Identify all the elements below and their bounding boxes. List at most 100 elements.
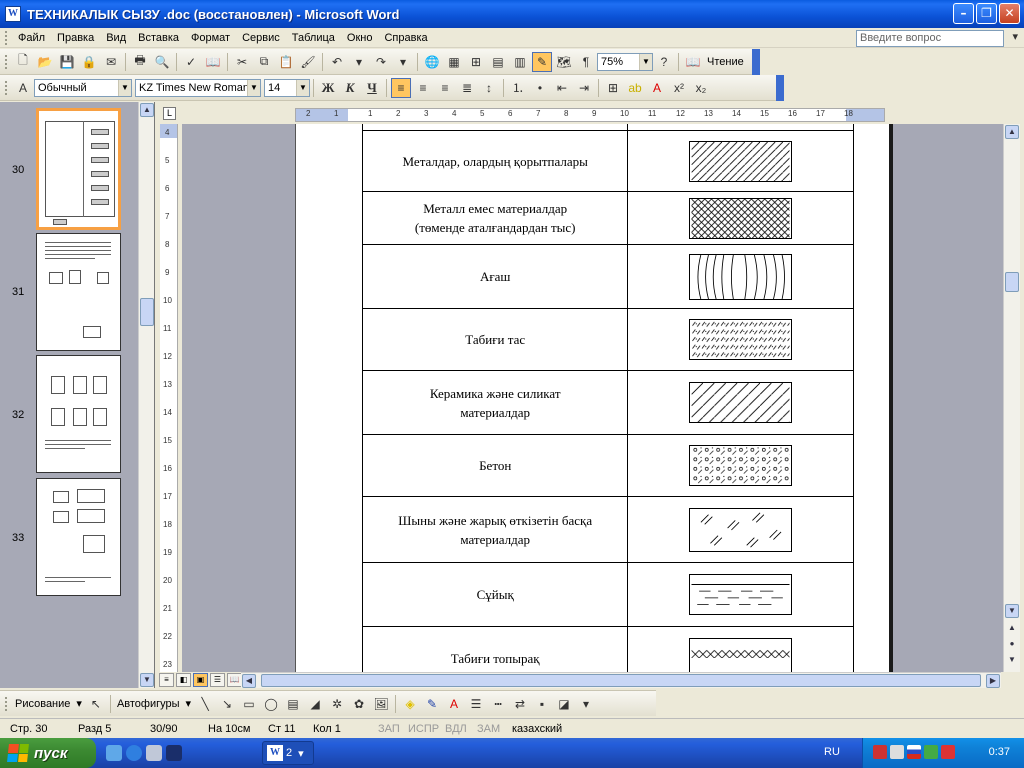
web-view-icon[interactable]: ◧ (176, 673, 191, 687)
toolbar-grip[interactable] (5, 54, 9, 69)
menu-edit[interactable]: Правка (51, 32, 100, 44)
language-indicator[interactable]: RU (824, 746, 840, 758)
toolbar-options-icon[interactable]: ▾ (576, 694, 596, 714)
document-scroll-thumb[interactable] (1005, 272, 1019, 292)
new-document-icon[interactable]: 🗋 (13, 52, 33, 72)
network-tray-icon[interactable] (873, 745, 887, 759)
picture-icon[interactable]: 🖼 (371, 694, 391, 714)
thumbnail-page-30[interactable] (36, 108, 121, 230)
chevron-down-icon[interactable]: ▾ (73, 697, 85, 710)
toolbar-grip[interactable] (5, 696, 9, 711)
scroll-down-icon[interactable]: ▼ (140, 673, 154, 687)
cut-icon[interactable]: ✂ (232, 52, 252, 72)
status-track-changes[interactable]: ИСПР (408, 723, 439, 735)
save-icon[interactable]: 💾 (57, 52, 77, 72)
bold-button[interactable]: Ж (318, 78, 338, 98)
material-label[interactable]: Табиғи топырақ (361, 626, 629, 672)
tables-borders-icon[interactable]: ▦ (444, 52, 464, 72)
align-left-icon[interactable]: ≡ (391, 77, 411, 98)
rectangle-icon[interactable]: ▭ (239, 694, 259, 714)
permission-icon[interactable]: 🔒 (79, 52, 99, 72)
highlight-icon[interactable]: ab (625, 78, 645, 98)
bullets-icon[interactable]: • (530, 78, 550, 98)
thumbnail-scroll-thumb[interactable] (140, 298, 154, 326)
draw-menu-button[interactable]: Рисование (12, 698, 73, 710)
menubar-grip[interactable] (5, 30, 9, 45)
font-select[interactable]: KZ Times New Roman ▼ (135, 78, 261, 97)
underline-button[interactable]: Ч (362, 78, 382, 98)
superscript-icon[interactable]: x² (669, 78, 689, 98)
chevron-down-icon[interactable]: ▾ (183, 697, 195, 710)
close-button[interactable]: ✕ (999, 3, 1020, 24)
redo-dropdown-icon[interactable]: ▾ (393, 52, 413, 72)
menu-tools[interactable]: Сервис (236, 32, 286, 44)
restore-button[interactable]: ❐ (976, 3, 997, 24)
toolbar-grip[interactable] (5, 80, 9, 95)
thumbnail-scrollbar[interactable]: ▲ ▼ (138, 102, 154, 688)
scroll-down-icon[interactable]: ▼ (1005, 604, 1019, 618)
redo-icon[interactable]: ↷ (371, 52, 391, 72)
scroll-up-icon[interactable]: ▲ (140, 103, 154, 117)
menu-format[interactable]: Формат (185, 32, 236, 44)
select-objects-icon[interactable]: ↖ (86, 694, 106, 714)
spelling-icon[interactable]: ✓ (181, 52, 201, 72)
word-app-icon[interactable]: W (5, 6, 21, 22)
align-right-icon[interactable]: ≡ (435, 78, 455, 98)
zoom-select[interactable]: 75% ▼ (597, 52, 653, 71)
device-tray-icon[interactable] (924, 745, 938, 759)
paste-icon[interactable]: 📋 (276, 52, 296, 72)
document-horizontal-scrollbar[interactable]: ◀ ▶ (241, 672, 1001, 688)
line-color-icon[interactable]: ✎ (422, 694, 442, 714)
open-folder-icon[interactable]: 📂 (35, 52, 55, 72)
material-label[interactable]: Металдар, олардың қорытпалары (361, 130, 629, 192)
borders-icon[interactable]: ⊞ (603, 78, 623, 98)
status-overtype[interactable]: ЗАМ (477, 723, 500, 735)
menu-insert[interactable]: Вставка (132, 32, 185, 44)
font-size-select[interactable]: 14 ▼ (264, 78, 310, 97)
line-style-icon[interactable]: ☰ (466, 694, 486, 714)
status-extend[interactable]: ВДЛ (445, 723, 467, 735)
previous-page-icon[interactable]: ▲ (1005, 622, 1019, 636)
font-color-icon[interactable]: A (647, 78, 667, 98)
media-player-icon[interactable] (146, 745, 162, 761)
security-tray-icon[interactable] (941, 745, 955, 759)
volume-icon[interactable] (890, 745, 904, 759)
document-page[interactable]: Металдар, олардың қорытпалары Металл еме… (295, 124, 893, 672)
outline-view-icon[interactable]: ☰ (210, 673, 225, 687)
start-button[interactable]: пуск (0, 738, 96, 768)
normal-view-icon[interactable]: ≡ (159, 673, 174, 687)
text-box-icon[interactable]: ▤ (283, 694, 303, 714)
chevron-down-icon[interactable]: ▼ (118, 79, 131, 96)
wordart-icon[interactable]: ◢ (305, 694, 325, 714)
thumbnail-page-32[interactable] (36, 355, 121, 473)
format-painter-icon[interactable]: 🖌 (298, 52, 318, 72)
network-icon[interactable] (106, 745, 122, 761)
clock[interactable]: 0:37 (989, 746, 1010, 758)
document-vertical-scrollbar[interactable]: ▲ ▼ ▲ ● ▼ (1003, 124, 1020, 672)
columns-icon[interactable]: ▥ (510, 52, 530, 72)
menu-help[interactable]: Справка (378, 32, 433, 44)
help-icon[interactable]: ? (654, 52, 674, 72)
hyperlink-icon[interactable]: 🌐 (422, 52, 442, 72)
drawing-icon[interactable]: ✎ (532, 51, 552, 72)
next-page-icon[interactable]: ▼ (1005, 654, 1019, 668)
internet-explorer-icon[interactable] (126, 745, 142, 761)
document-area[interactable]: Металдар, олардың қорытпалары Металл еме… (182, 124, 1004, 672)
chevron-down-icon[interactable]: ▼ (639, 53, 652, 70)
styles-pane-icon[interactable]: A (13, 78, 33, 98)
material-label[interactable]: Керамика және силикат материалдар (361, 370, 629, 435)
tab-selector[interactable]: L (163, 107, 176, 120)
3d-style-icon[interactable]: ◪ (554, 694, 574, 714)
material-label[interactable]: Бетон (361, 434, 629, 497)
print-layout-view-icon[interactable]: ▣ (193, 673, 208, 687)
toolbar-options-icon[interactable] (776, 75, 784, 101)
reading-layout-button[interactable]: Чтение (704, 56, 747, 68)
italic-button[interactable]: К (340, 78, 360, 98)
clip-art-icon[interactable]: ✿ (349, 694, 369, 714)
copy-icon[interactable]: ⧉ (254, 52, 274, 72)
increase-indent-icon[interactable]: ⇥ (574, 78, 594, 98)
thumbnail-page-31[interactable] (36, 233, 121, 351)
close-document-icon[interactable]: ▾ (1012, 30, 1018, 43)
status-record-macro[interactable]: ЗАП (378, 723, 400, 735)
subscript-icon[interactable]: x₂ (691, 78, 711, 98)
